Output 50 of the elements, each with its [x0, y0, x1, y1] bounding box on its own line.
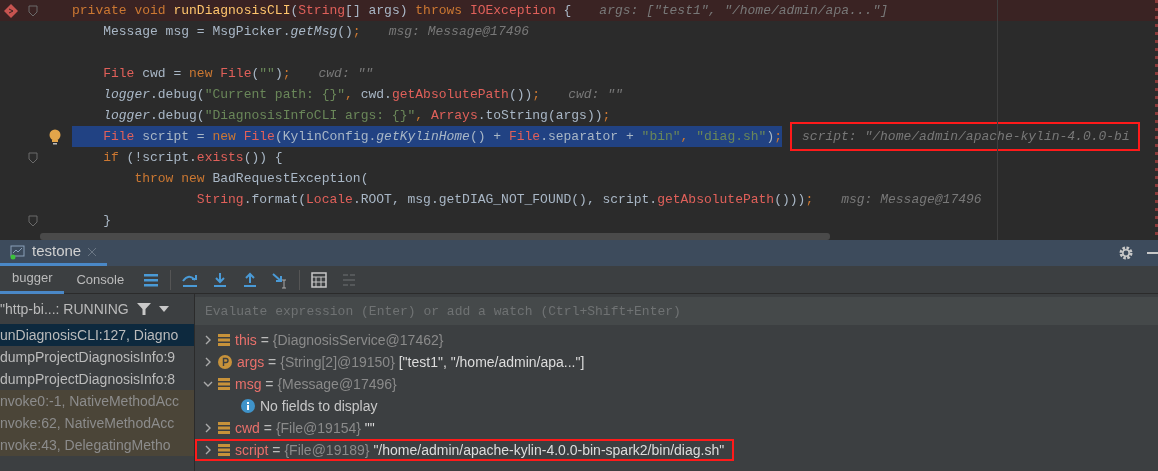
variable-entry[interactable]: script = {File@19189} "/home/admin/apache-kylin-4.0.0-bin-spark2/bin/diag.sh" [235, 439, 725, 461]
code-line: Message msg = MsgPicker.getMsg(); [102, 22, 361, 41]
lightbulb-icon[interactable] [49, 128, 61, 145]
dropdown-icon[interactable] [158, 306, 169, 312]
list-icon [218, 334, 230, 346]
list-icon [218, 444, 230, 456]
panel-tab[interactable]: Console [64, 265, 137, 294]
expand-icon[interactable] [203, 335, 213, 345]
variable-entry[interactable]: args = {String[2]@19150} ["test1", "/home/admin/apa..."] [237, 351, 585, 373]
stack-frame[interactable]: dumpProjectDiagnosisInfo:8 [0, 368, 194, 390]
stack-frame[interactable]: nvoke:62, NativeMethodAcc [0, 412, 194, 434]
calculator-icon[interactable] [310, 270, 329, 289]
variable-entry[interactable]: cwd = {File@19154} "" [235, 417, 375, 439]
code-line: File cwd = new File(""); [102, 64, 291, 83]
code-line: logger.debug("DiagnosisInfoCLI args: {}", Arrays.toString(args)); [102, 106, 611, 125]
inline-value-hint: msg: Message@17496 [840, 190, 983, 209]
fold-icon[interactable] [28, 151, 38, 164]
variable-entry[interactable]: msg = {Message@17496} [235, 373, 397, 395]
filter-icon[interactable] [136, 302, 151, 316]
expand-icon[interactable] [203, 423, 213, 433]
code-line: String.format(Locale.ROOT, msg.getDIAG_NOT_FOUND(), script.getAbsolutePath())); [195, 190, 814, 209]
list-icon [218, 422, 230, 434]
inline-value-hint: cwd: "" [567, 85, 624, 104]
fold-icon[interactable] [28, 4, 38, 17]
horizontal-scrollbar[interactable] [40, 233, 830, 240]
inline-value-hint: script: "/home/admin/apache-kylin-4.0.0-bi [792, 123, 1138, 150]
debug-window-icon [10, 243, 26, 260]
parameter-icon [218, 355, 232, 369]
expand-icon[interactable] [203, 357, 213, 367]
list-icon [218, 378, 230, 390]
code-line: if (!script.exists()) { [102, 148, 283, 167]
settings-icon[interactable] [1118, 245, 1134, 261]
code-line: } [102, 211, 111, 230]
code-line: throw new BadRequestException( [133, 169, 369, 188]
empty-message: No fields to display [260, 396, 378, 416]
code-line: private void runDiagnosisCLI(String[] args) throws IOException { [72, 1, 572, 20]
collapse-icon[interactable] [203, 379, 213, 389]
inline-value-hint: cwd: "" [317, 64, 375, 83]
code-line: logger.debug("Current path: {}", cwd.getAbsolutePath()); [102, 85, 541, 104]
fold-icon[interactable] [28, 214, 38, 227]
stack-frame[interactable]: nvoke:43, DelegatingMetho [0, 434, 194, 456]
info-icon [241, 399, 255, 413]
expand-icon[interactable] [203, 445, 213, 455]
stack-frame[interactable]: nvoke0:-1, NativeMethodAcc [0, 390, 194, 412]
inline-value-hint: args: ["test1", "/home/admin/apa..."] [598, 1, 889, 20]
variable-entry[interactable]: this = {DiagnosisService@17462} [235, 329, 444, 351]
stack-frame[interactable]: dumpProjectDiagnosisInfo:9 [0, 346, 194, 368]
thread-selector[interactable]: "http-bi...: RUNNING [0, 298, 129, 320]
stack-frame[interactable]: unDiagnosisCLI:127, Diagno [0, 324, 194, 346]
inline-value-hint: msg: Message@17496 [387, 22, 531, 41]
